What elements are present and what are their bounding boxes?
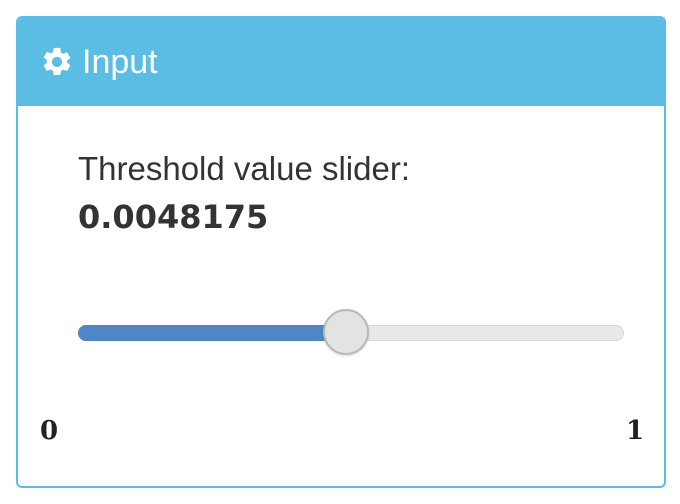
input-panel: Input Threshold value slider: 0.0048175 … bbox=[16, 16, 666, 488]
slider-value: 0.0048175 bbox=[78, 198, 269, 236]
slider-min-label: 0 bbox=[40, 416, 59, 446]
threshold-slider[interactable] bbox=[78, 309, 624, 355]
panel-header: Input bbox=[18, 18, 664, 106]
gear-icon bbox=[43, 47, 71, 76]
slider-fill bbox=[78, 325, 346, 341]
slider-thumb[interactable] bbox=[322, 309, 369, 355]
slider-max-label: 1 bbox=[626, 416, 645, 446]
panel-title: Input bbox=[82, 42, 158, 81]
slider-label: Threshold value slider: bbox=[78, 150, 410, 187]
